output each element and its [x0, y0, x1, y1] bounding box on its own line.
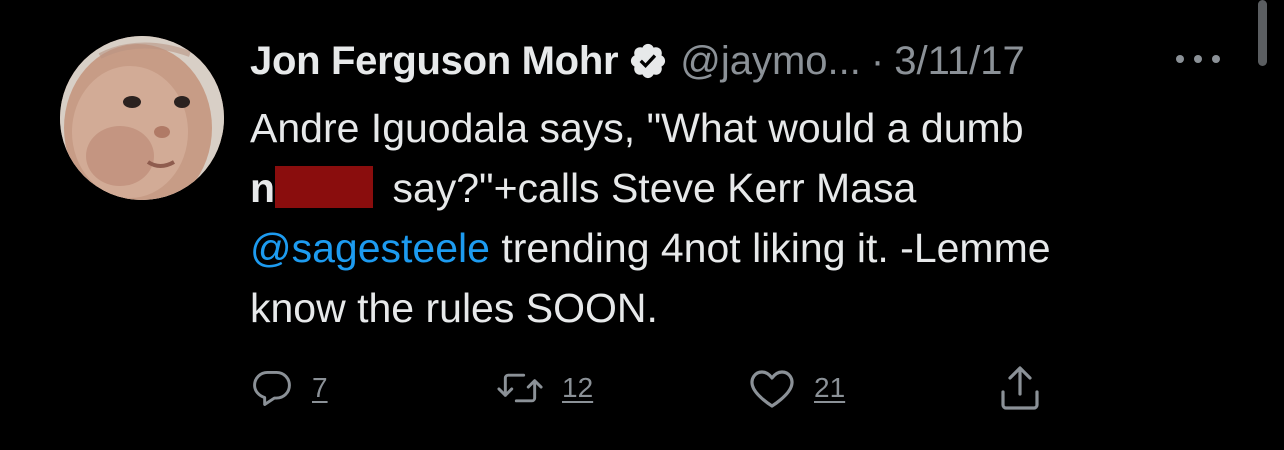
- author-handle[interactable]: @jaymo...: [680, 39, 861, 84]
- redaction-box: [275, 166, 374, 208]
- like-count: 21: [814, 372, 846, 403]
- retweet-icon: [497, 373, 543, 403]
- reply-button[interactable]: 7: [250, 360, 328, 416]
- avatar[interactable]: [60, 36, 224, 200]
- more-options-button[interactable]: [1170, 44, 1226, 74]
- scrollbar[interactable]: [1258, 0, 1267, 66]
- share-icon: [1001, 366, 1039, 410]
- baby-photo-avatar-icon: [60, 36, 224, 200]
- tweet-text-line: know the rules SOON.: [250, 285, 658, 331]
- redacted-word-start: n: [250, 165, 276, 211]
- more-horizontal-icon: [1176, 55, 1220, 63]
- tweet-header: Jon Ferguson Mohr @jaymo... · 3/11/17: [250, 36, 1025, 86]
- retweet-count: 12: [562, 372, 594, 403]
- tweet-text-fragment: say?"+calls Steve Kerr Masa: [381, 165, 917, 211]
- reply-icon: [253, 370, 291, 406]
- verified-badge-icon: [631, 43, 666, 79]
- tweet-text-line: @sagesteele trending 4not liking it. -Le…: [250, 218, 1230, 278]
- heart-icon: [750, 370, 794, 408]
- mention-link[interactable]: @sagesteele: [250, 225, 490, 271]
- retweet-button[interactable]: 12: [496, 360, 593, 416]
- share-button[interactable]: [998, 360, 1042, 416]
- tweet-date[interactable]: 3/11/17: [894, 39, 1025, 84]
- header-separator: ·: [870, 38, 885, 83]
- like-button[interactable]: 21: [748, 360, 845, 416]
- tweet-text: Andre Iguodala says, "What would a dumb …: [250, 98, 1230, 338]
- tweet-text-line: Andre Iguodala says, "What would a dumb: [250, 105, 1024, 151]
- tweet-text-line: n say?"+calls Steve Kerr Masa: [250, 158, 1230, 218]
- reply-count: 7: [312, 372, 328, 403]
- tweet-text-fragment: trending 4not liking it. -Lemme: [489, 225, 1051, 271]
- author-display-name[interactable]: Jon Ferguson Mohr: [250, 39, 619, 84]
- tweet[interactable]: Jon Ferguson Mohr @jaymo... · 3/11/17 An…: [0, 0, 1284, 450]
